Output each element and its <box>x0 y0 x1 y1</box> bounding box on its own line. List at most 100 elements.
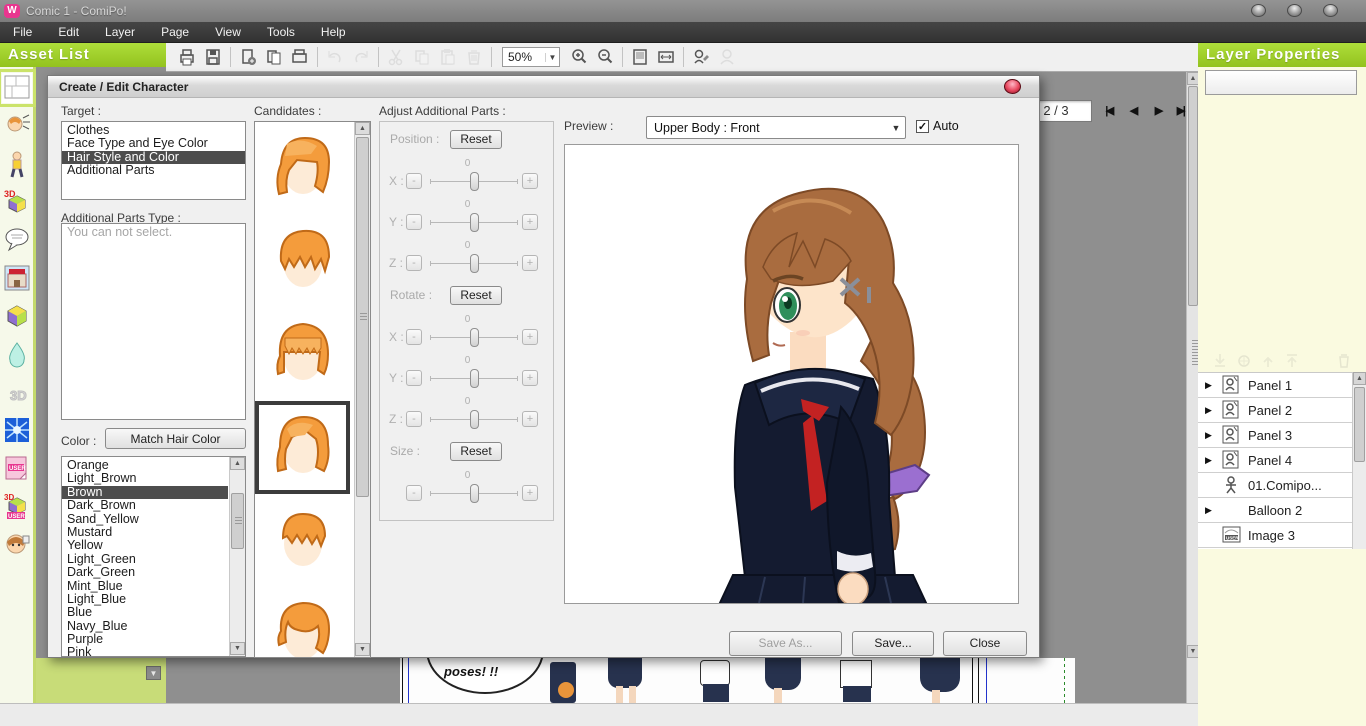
target-item[interactable]: Additional Parts <box>62 164 245 177</box>
scrollbar-thumb[interactable] <box>356 137 369 497</box>
panel-layout-icon[interactable] <box>2 73 32 103</box>
first-page-button[interactable]: ◀| <box>1096 102 1118 120</box>
expander-icon[interactable]: ▶ <box>1205 405 1213 416</box>
scroll-down-icon[interactable]: ▼ <box>230 642 245 655</box>
fit-page-icon[interactable] <box>628 46 652 68</box>
layer-row[interactable]: ▶ Panel 4 <box>1198 448 1352 473</box>
image-effect-icon[interactable] <box>2 415 32 445</box>
color-item[interactable]: Yellow <box>62 539 228 552</box>
color-item[interactable]: Dark_Brown <box>62 499 228 512</box>
character-edit-icon[interactable] <box>689 46 713 68</box>
menu-edit[interactable]: Edit <box>45 22 92 43</box>
print-icon[interactable] <box>175 46 199 68</box>
menu-view[interactable]: View <box>202 22 254 43</box>
layer-row[interactable]: ▶ Panel 1 <box>1198 373 1352 398</box>
close-dialog-button[interactable]: Close <box>943 631 1027 656</box>
color-item[interactable]: Navy_Blue <box>62 620 228 633</box>
preview-mode-select[interactable]: Upper Body : Front ▼ <box>646 116 906 139</box>
fit-width-icon[interactable] <box>654 46 678 68</box>
item-icon[interactable] <box>2 301 32 331</box>
dialog-title-bar[interactable]: Create / Edit Character <box>48 76 1039 98</box>
auto-checkbox[interactable]: ✓ Auto <box>916 119 959 133</box>
additional-parts-type-listbox[interactable]: You can not select. <box>61 223 246 420</box>
color-item[interactable]: Brown <box>62 486 228 499</box>
close-button[interactable] <box>1323 4 1338 17</box>
target-item[interactable]: Clothes <box>62 124 245 137</box>
new-page-icon[interactable] <box>236 46 260 68</box>
maximize-button[interactable] <box>1287 4 1302 17</box>
scrollbar-thumb[interactable] <box>231 493 244 549</box>
save-icon[interactable] <box>201 46 225 68</box>
color-item[interactable]: Light_Green <box>62 553 228 566</box>
hair-style-candidate[interactable] <box>255 587 350 658</box>
menu-tools[interactable]: Tools <box>254 22 308 43</box>
color-item[interactable]: Light_Brown <box>62 472 228 485</box>
hair-style-candidate[interactable] <box>255 122 350 215</box>
expander-icon[interactable]: ▶ <box>1205 455 1213 466</box>
layer-row[interactable]: ▶ Balloon 2 <box>1198 498 1352 523</box>
reset-button[interactable]: Reset <box>450 286 502 305</box>
save-as-button[interactable]: Save As... <box>729 631 842 656</box>
balloon-icon[interactable] <box>2 225 32 255</box>
layer-list-scrollbar[interactable]: ▲ <box>1352 372 1366 549</box>
target-item[interactable]: Hair Style and Color <box>62 151 245 164</box>
hair-style-candidate[interactable] <box>255 215 350 308</box>
expander-icon[interactable]: ▶ <box>1205 430 1213 441</box>
color-item[interactable]: Purple <box>62 633 228 646</box>
3d-disabled-icon[interactable]: 3D <box>2 377 32 407</box>
match-hair-color-button[interactable]: Match Hair Color <box>105 428 246 449</box>
last-page-button[interactable]: |▶ <box>1173 102 1186 120</box>
save-button[interactable]: Save... <box>852 631 934 656</box>
menu-help[interactable]: Help <box>308 22 359 43</box>
next-page-button[interactable]: ▶ <box>1148 102 1170 120</box>
layer-row[interactable]: 01.Comipo... <box>1198 473 1352 498</box>
color-listbox[interactable]: ▲ ▼ OrangeLight_BrownBrownDark_BrownSand… <box>61 456 246 657</box>
zoom-in-icon[interactable] <box>567 46 591 68</box>
menu-file[interactable]: File <box>0 22 45 43</box>
scroll-up-icon[interactable]: ▲ <box>355 122 370 135</box>
zoom-level-select[interactable]: 50%▼ <box>502 47 560 67</box>
asset-scroll-down-button[interactable]: ▼ <box>146 666 161 680</box>
candidates-listbox[interactable]: ▲ ▼ <box>254 121 371 658</box>
color-item[interactable]: Sand_Yellow <box>62 513 228 526</box>
3d-item-icon[interactable]: 3D <box>2 187 32 217</box>
hair-style-candidate[interactable] <box>255 401 350 494</box>
print-setup-icon[interactable] <box>288 46 312 68</box>
scroll-up-icon[interactable]: ▲ <box>230 457 245 470</box>
reset-button[interactable]: Reset <box>450 442 502 461</box>
layer-row[interactable]: ▶ Panel 2 <box>1198 398 1352 423</box>
scroll-up-icon[interactable]: ▲ <box>1353 372 1366 385</box>
page-list-icon[interactable] <box>262 46 286 68</box>
prev-page-button[interactable]: ◀ <box>1123 102 1145 120</box>
target-listbox[interactable]: ClothesFace Type and Eye ColorHair Style… <box>61 121 246 200</box>
hair-style-candidate[interactable] <box>255 308 350 401</box>
color-item[interactable]: Dark_Green <box>62 566 228 579</box>
expander-icon[interactable]: ▶ <box>1205 380 1213 391</box>
color-item[interactable]: Light_Blue <box>62 593 228 606</box>
color-item[interactable]: Mustard <box>62 526 228 539</box>
minimize-button[interactable] <box>1251 4 1266 17</box>
user-3d-icon[interactable]: 3DUSER <box>2 491 32 521</box>
hair-style-candidate[interactable] <box>255 494 350 587</box>
color-item[interactable]: Blue <box>62 606 228 619</box>
canvas-vertical-scrollbar[interactable]: ▲ ▼ <box>1186 72 1198 703</box>
background-icon[interactable] <box>2 263 32 293</box>
character-face-icon[interactable] <box>2 529 32 559</box>
target-item[interactable]: Face Type and Eye Color <box>62 137 245 150</box>
scrollbar-thumb[interactable] <box>1354 387 1365 462</box>
reset-button[interactable]: Reset <box>450 130 502 149</box>
layer-row[interactable]: USER Image 3 <box>1198 523 1352 548</box>
layer-row[interactable]: ▶ Panel 3 <box>1198 423 1352 448</box>
effect-drop-icon[interactable] <box>2 339 32 369</box>
menu-page[interactable]: Page <box>148 22 202 43</box>
menu-layer[interactable]: Layer <box>92 22 148 43</box>
scrollbar-thumb[interactable] <box>1188 86 1198 306</box>
color-list-scrollbar[interactable]: ▲ ▼ <box>229 457 245 656</box>
scroll-down-icon[interactable]: ▼ <box>355 643 370 656</box>
character-pose-icon[interactable] <box>2 149 32 179</box>
color-item[interactable]: Pink <box>62 646 228 657</box>
dialog-close-button[interactable] <box>1004 79 1021 94</box>
zoom-out-icon[interactable] <box>593 46 617 68</box>
color-item[interactable]: Orange <box>62 459 228 472</box>
user-image-icon[interactable]: USER <box>2 453 32 483</box>
